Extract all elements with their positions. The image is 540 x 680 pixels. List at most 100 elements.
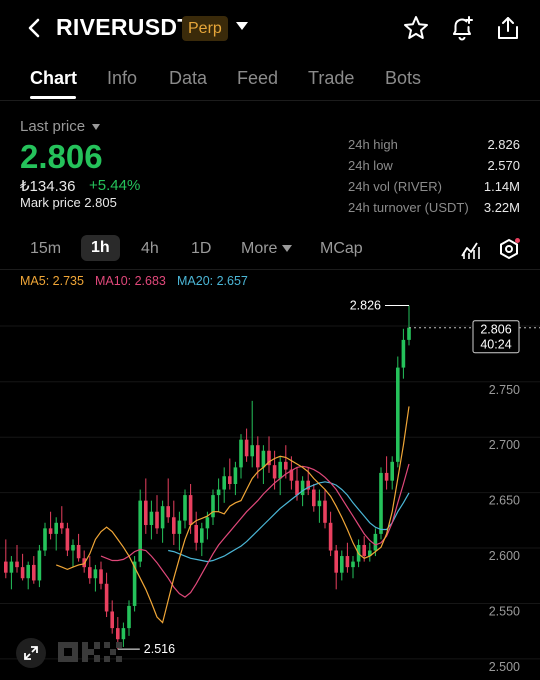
okx-watermark-logo <box>58 642 122 662</box>
candle-body <box>65 528 70 551</box>
ma10-line <box>100 463 410 598</box>
candle-body <box>278 461 282 479</box>
candle-body <box>160 506 165 529</box>
stat-value: 3.22M <box>483 200 520 215</box>
candle-body <box>76 544 81 559</box>
ma10-legend: MA10: 2.683 <box>95 274 166 288</box>
last-price: 2.806 <box>20 138 103 175</box>
star-icon[interactable] <box>402 14 430 42</box>
indicators-icon[interactable] <box>460 238 482 260</box>
interval-mcap[interactable]: MCap <box>320 240 363 258</box>
symbol-dropdown-icon[interactable] <box>236 22 248 30</box>
stat-label: 24h high <box>348 137 398 152</box>
candle-body <box>407 327 411 340</box>
candle-body <box>177 520 182 534</box>
interval-4h[interactable]: 4h <box>141 240 159 258</box>
tab-bots[interactable]: Bots <box>385 68 421 89</box>
y-tick-label: 2.550 <box>489 604 520 618</box>
interval-1d[interactable]: 1D <box>191 240 211 258</box>
candle-body <box>15 561 19 568</box>
candle-body <box>384 472 389 481</box>
candle-body <box>272 465 277 479</box>
main-tabs: Chart Info Data Feed Trade Bots <box>0 60 540 100</box>
candle-body <box>9 561 14 573</box>
candle-body <box>166 506 170 518</box>
tab-data[interactable]: Data <box>169 68 207 89</box>
candle-body <box>340 556 344 573</box>
price-change: +5.44% <box>89 177 141 194</box>
price-chart[interactable]: 2.750 2.700 2.650 2.600 2.550 2.500 2.826 2.516… <box>0 288 540 680</box>
chart-settings-icon[interactable] <box>498 238 520 260</box>
tab-feed[interactable]: Feed <box>237 68 278 89</box>
candle-body <box>93 569 98 579</box>
candle-body <box>323 500 327 523</box>
ma5-legend: MA5: 2.735 <box>20 274 84 288</box>
candle-body <box>116 628 120 640</box>
candle-body <box>205 517 210 529</box>
candle-body <box>334 550 338 573</box>
candle-body <box>121 628 126 640</box>
candle-body <box>216 489 221 496</box>
ma5-line <box>55 406 410 624</box>
candle-body <box>127 605 131 629</box>
stat-label: 24h low <box>348 158 393 173</box>
candle-body <box>144 500 148 526</box>
candle-body <box>194 525 198 543</box>
candle-body <box>37 550 42 581</box>
interval-15m[interactable]: 15m <box>30 240 61 258</box>
candle-body <box>317 500 322 507</box>
current-price-label: 2.806 <box>480 323 511 337</box>
fiat-price: ₺134.36 <box>20 178 76 195</box>
tab-info[interactable]: Info <box>107 68 137 89</box>
candle-body <box>401 339 406 368</box>
candle-body <box>88 567 92 579</box>
back-arrow-icon[interactable] <box>22 14 46 42</box>
y-tick-label: 2.600 <box>489 549 520 563</box>
stat-label: 24h turnover (USDT) <box>348 200 469 215</box>
candle-body <box>250 445 254 457</box>
stat-value: 1.14M <box>483 179 520 194</box>
last-price-label[interactable]: Last price <box>20 118 85 135</box>
interval-bar: 15m 1h 4h 1D More MCap <box>0 232 540 268</box>
candle-body <box>233 467 238 484</box>
candle-body <box>222 476 226 490</box>
candle-body <box>32 564 36 581</box>
add-alert-icon[interactable] <box>448 14 476 42</box>
candle-body <box>379 472 383 534</box>
candle-body <box>328 522 333 551</box>
divider <box>0 100 540 101</box>
share-icon[interactable] <box>494 14 522 42</box>
candle-body <box>312 489 316 507</box>
candle-body <box>228 476 232 484</box>
divider <box>0 269 540 270</box>
candle-body <box>300 480 305 496</box>
y-tick-label: 2.750 <box>489 383 520 397</box>
candle-body <box>345 556 350 568</box>
candle-body <box>104 583 109 612</box>
candle-body <box>295 480 299 496</box>
candle-body <box>110 611 114 629</box>
candle-body <box>351 561 355 568</box>
tab-chart[interactable]: Chart <box>30 68 77 89</box>
expand-chart-button[interactable] <box>16 638 46 668</box>
tab-trade[interactable]: Trade <box>308 68 354 89</box>
high-price-label: 2.826 <box>350 299 381 313</box>
y-tick-label: 2.500 <box>489 660 520 674</box>
candle-body <box>26 564 30 579</box>
interval-more[interactable]: More <box>241 240 277 258</box>
candle-body <box>54 522 58 534</box>
interval-1h[interactable]: 1h <box>81 235 120 261</box>
more-dropdown-icon[interactable] <box>282 245 292 252</box>
y-tick-label: 2.700 <box>489 438 520 452</box>
candle-body <box>43 528 47 551</box>
candle-body <box>48 528 53 534</box>
last-price-dropdown-icon[interactable] <box>92 124 100 130</box>
candle-body <box>60 522 64 529</box>
candle-body <box>362 544 366 557</box>
top-bar: RIVERUSDT Perp <box>0 0 540 56</box>
expand-icon <box>24 646 38 660</box>
candle-body <box>256 445 260 468</box>
symbol-title[interactable]: RIVERUSDT <box>56 14 192 41</box>
low-price-label: 2.516 <box>144 642 175 656</box>
candle-body <box>4 561 8 573</box>
